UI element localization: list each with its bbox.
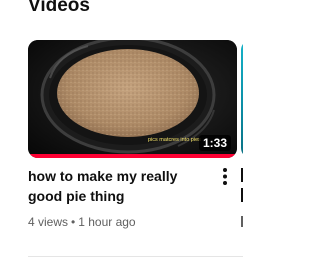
watch-progress-fill xyxy=(28,154,237,158)
next-video-thumbnail[interactable] xyxy=(241,40,243,158)
next-video-title-fragment[interactable] xyxy=(241,188,243,202)
section-title: Videos xyxy=(28,0,90,16)
duration-badge: 1:33 xyxy=(198,135,231,151)
next-video-title-fragment[interactable] xyxy=(241,168,243,182)
upload-time: 1 hour ago xyxy=(78,215,136,229)
meta-separator: • xyxy=(71,215,76,229)
thumbnail-caption: pics matcres into pies xyxy=(148,137,201,143)
videos-shelf: Videos pics matcres into pies 1:33 how t… xyxy=(0,0,243,257)
next-video-meta-fragment xyxy=(241,216,243,227)
more-vert-icon xyxy=(223,167,227,185)
video-title[interactable]: how to make my really good pie thing xyxy=(28,166,210,206)
next-watch-progress-fill xyxy=(241,154,243,158)
view-count: 4 views xyxy=(28,215,69,229)
watch-progress-bar xyxy=(28,154,237,158)
video-metadata: 4 views • 1 hour ago xyxy=(28,214,136,230)
video-thumbnail[interactable]: pics matcres into pies 1:33 xyxy=(28,40,237,158)
more-actions-button[interactable] xyxy=(216,164,234,188)
next-watch-progress-bar xyxy=(241,154,243,158)
